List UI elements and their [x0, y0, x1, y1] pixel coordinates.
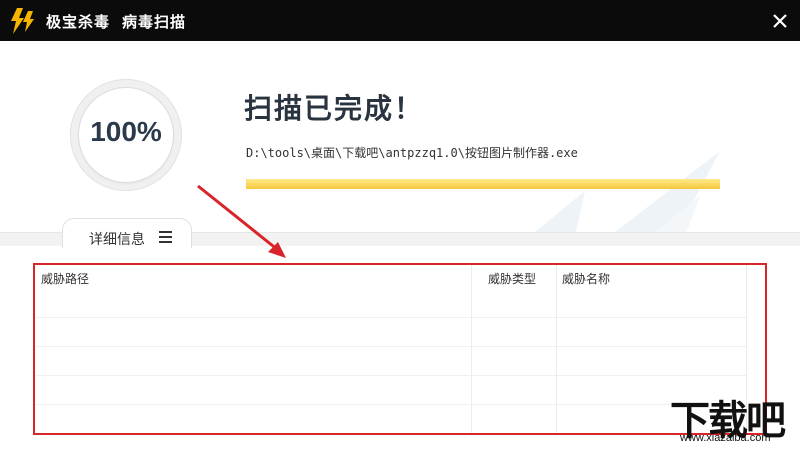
current-file-path: D:\tools\桌面\下载吧\antpzzq1.0\按钮图片制作器.exe	[246, 146, 578, 160]
table-row	[35, 317, 746, 346]
column-header-type[interactable]: 威胁类型	[488, 270, 536, 287]
scan-status-heading: 扫描已完成！	[244, 92, 425, 125]
watermark-logo: 下载吧 www.xiazaiba.com	[662, 388, 800, 450]
progress-percent: 100%	[90, 116, 162, 147]
red-arrow-annotation	[197, 184, 286, 258]
threat-table: 威胁路径 威胁类型 威胁名称	[33, 263, 767, 435]
window-title: 病毒扫描	[122, 13, 187, 31]
menu-icon	[159, 231, 172, 243]
progress-bar-fill	[246, 179, 720, 189]
close-icon[interactable]	[770, 11, 790, 31]
table-header: 威胁路径 威胁类型 威胁名称	[35, 265, 765, 291]
table-row	[35, 404, 746, 433]
table-row	[35, 375, 746, 404]
progress-circle: 100%	[70, 79, 182, 191]
tab-details-label: 详细信息	[89, 232, 145, 248]
progress-bar	[246, 179, 720, 189]
scan-summary-panel: 100% 扫描已完成！ D:\tools\桌面\下载吧\antpzzq1.0\按…	[0, 41, 800, 236]
column-header-path[interactable]: 威胁路径	[41, 270, 89, 287]
column-header-name[interactable]: 威胁名称	[562, 270, 610, 287]
app-name: 极宝杀毒	[46, 13, 111, 31]
table-row	[35, 346, 746, 375]
title-bar: 极宝杀毒 病毒扫描	[0, 0, 800, 41]
tab-details[interactable]: 详细信息	[62, 218, 192, 248]
lightning-icon	[11, 8, 34, 34]
watermark-url: www.xiazaiba.com	[680, 432, 771, 444]
